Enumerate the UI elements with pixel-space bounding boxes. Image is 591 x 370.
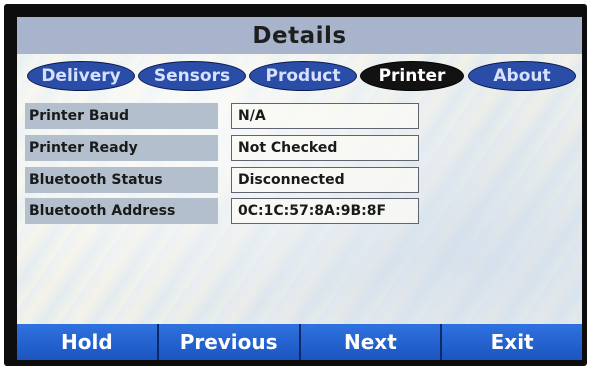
exit-button[interactable]: Exit bbox=[442, 324, 582, 360]
tab-printer[interactable]: Printer bbox=[360, 61, 464, 91]
hold-button[interactable]: Hold bbox=[17, 324, 159, 360]
page-title: Details bbox=[252, 22, 347, 49]
next-button[interactable]: Next bbox=[300, 324, 443, 360]
previous-button[interactable]: Previous bbox=[158, 324, 301, 360]
device-screen: Details Delivery Sensors Product Printer… bbox=[17, 17, 582, 360]
tab-product[interactable]: Product bbox=[249, 61, 357, 91]
bluetooth-status-value: Disconnected bbox=[231, 167, 419, 193]
printer-ready-value: Not Checked bbox=[231, 135, 419, 161]
bluetooth-status-label: Bluetooth Status bbox=[25, 167, 218, 193]
bluetooth-address-value: 0C:1C:57:8A:9B:8F bbox=[231, 198, 419, 224]
tab-delivery[interactable]: Delivery bbox=[27, 61, 135, 91]
printer-baud-value: N/A bbox=[231, 103, 419, 129]
detail-row-bluetooth-status: Bluetooth Status Disconnected bbox=[25, 167, 425, 193]
footer-button-bar: Hold Previous Next Exit bbox=[17, 324, 582, 360]
tab-bar: Delivery Sensors Product Printer About bbox=[17, 61, 582, 93]
detail-row-printer-baud: Printer Baud N/A bbox=[25, 103, 425, 129]
bluetooth-address-label: Bluetooth Address bbox=[25, 198, 218, 224]
printer-baud-label: Printer Baud bbox=[25, 103, 218, 129]
detail-row-printer-ready: Printer Ready Not Checked bbox=[25, 135, 425, 161]
printer-ready-label: Printer Ready bbox=[25, 135, 218, 161]
title-bar: Details bbox=[17, 17, 582, 54]
tab-about[interactable]: About bbox=[468, 61, 576, 91]
tab-sensors[interactable]: Sensors bbox=[138, 61, 246, 91]
detail-row-bluetooth-address: Bluetooth Address 0C:1C:57:8A:9B:8F bbox=[25, 198, 425, 224]
